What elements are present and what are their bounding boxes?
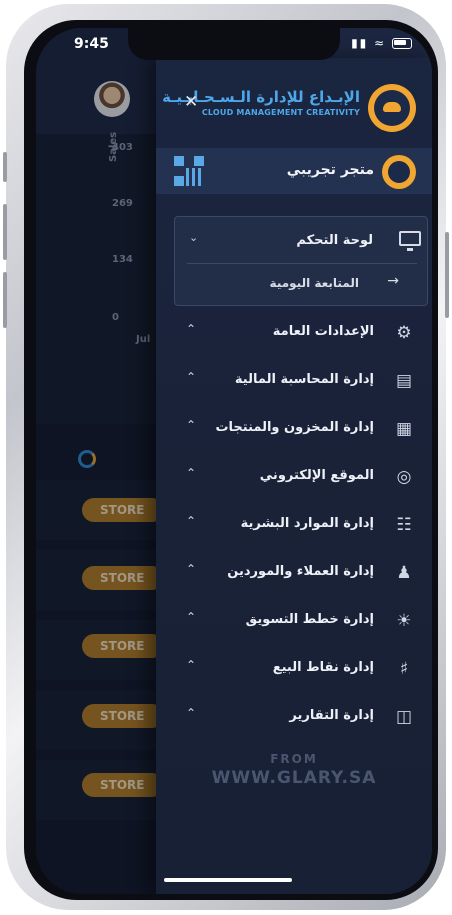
footer-website-link[interactable]: WWW.GLARY.SA [156, 768, 432, 788]
chevron-up-icon: ⌃ [186, 370, 197, 384]
mute-switch [3, 152, 7, 182]
menu-item-label: إدارة نقاط البيع [272, 660, 374, 675]
menu-item-label: إدارة الموارد البشرية [240, 516, 374, 531]
chevron-up-icon: ⌃ [186, 610, 197, 624]
chevron-up-icon: ⌃ [186, 514, 197, 528]
navigation-drawer: الإبـداع للإدارة الـسـحـابـيـة CLOUD MAN… [156, 58, 432, 894]
menu-item-pos[interactable]: ♯ إدارة نقاط البيع ⌃ [156, 650, 432, 690]
signal-icon: ▮▮ [351, 36, 369, 50]
screen: Sales 403 269 134 0 Jul STORE STORE STOR… [36, 28, 432, 894]
home-indicator[interactable] [164, 878, 292, 882]
chevron-down-icon[interactable]: ⌄ [189, 231, 198, 244]
menu-item-label: الإعدادات العامة [272, 324, 374, 339]
drawer-overlay[interactable] [36, 28, 160, 894]
store-logo-icon [382, 155, 416, 189]
menu-item-label: إدارة المحاسبة المالية [234, 372, 374, 387]
qr-code-icon[interactable] [174, 156, 204, 186]
chevron-up-icon: ⌃ [186, 466, 197, 480]
status-icons: ▮▮ ≈ [351, 36, 412, 50]
menu-item-inventory[interactable]: ▦ إدارة المخزون والمنتجات ⌃ [156, 410, 432, 450]
menu-item-label: إدارة خطط التسويق [245, 612, 374, 627]
daily-follow-up-item[interactable]: المتابعة اليومية [270, 276, 359, 290]
briefcase-icon: ◫ [395, 707, 413, 727]
ledger-icon: ▤ [395, 371, 413, 391]
chevron-up-icon: ⌃ [186, 658, 197, 672]
gears-icon: ⚙ [396, 323, 412, 343]
menu-item-customers-suppliers[interactable]: ♟ إدارة العملاء والموردين ⌃ [156, 554, 432, 594]
store-name: متجر تجريبي [286, 162, 374, 178]
menu-item-website[interactable]: ◎ الموقع الإلكتروني ⌃ [156, 458, 432, 498]
menu-item-marketing[interactable]: ☀ إدارة خطط التسويق ⌃ [156, 602, 432, 642]
cart-icon: ♯ [399, 659, 409, 679]
lightbulb-icon: ☀ [396, 611, 412, 631]
notch [128, 28, 340, 60]
footer-from: FROM [270, 752, 318, 766]
arrow-right-icon: → [387, 273, 399, 289]
menu-item-accounting[interactable]: ▤ إدارة المحاسبة المالية ⌃ [156, 362, 432, 402]
chevron-up-icon: ⌃ [186, 562, 197, 576]
chevron-up-icon: ⌃ [186, 418, 197, 432]
status-time: 9:45 [74, 36, 109, 52]
brand-logo [368, 84, 416, 132]
brand-name-english: CLOUD MANAGEMENT CREATIVITY [201, 108, 360, 117]
menu-item-reports[interactable]: ◫ إدارة التقارير ⌃ [156, 698, 432, 738]
inventory-icon: ▦ [395, 419, 413, 439]
phone-frame: Sales 403 269 134 0 Jul STORE STORE STOR… [3, 4, 449, 910]
volume-down-button [3, 272, 7, 328]
volume-up-button [3, 204, 7, 260]
battery-icon [392, 38, 412, 49]
chevron-up-icon: ⌃ [186, 322, 197, 336]
wifi-icon: ≈ [374, 36, 387, 50]
menu-item-general-settings[interactable]: ⚙ الإعدادات العامة ⌃ [156, 314, 432, 354]
menu-item-hr[interactable]: ☷ إدارة الموارد البشرية ⌃ [156, 506, 432, 546]
menu-item-label: إدارة التقارير [289, 708, 374, 723]
menu-item-label: إدارة العملاء والموردين [227, 564, 374, 579]
close-icon[interactable]: ✕ [184, 92, 198, 112]
monitor-icon [399, 231, 421, 251]
globe-icon: ◎ [396, 467, 412, 487]
chevron-up-icon: ⌃ [186, 706, 197, 720]
store-selector[interactable]: متجر تجريبي [156, 148, 432, 194]
power-button [445, 232, 449, 318]
dashboard-menu-item[interactable]: لوحة التحكم [296, 233, 373, 248]
org-chart-icon: ☷ [396, 515, 412, 535]
users-icon: ♟ [396, 563, 412, 583]
menu-item-label: الموقع الإلكتروني [259, 468, 374, 483]
dashboard-menu-group: لوحة التحكم ⌄ → المتابعة اليومية [174, 216, 428, 306]
menu-item-label: إدارة المخزون والمنتجات [215, 420, 374, 435]
divider [187, 263, 417, 264]
